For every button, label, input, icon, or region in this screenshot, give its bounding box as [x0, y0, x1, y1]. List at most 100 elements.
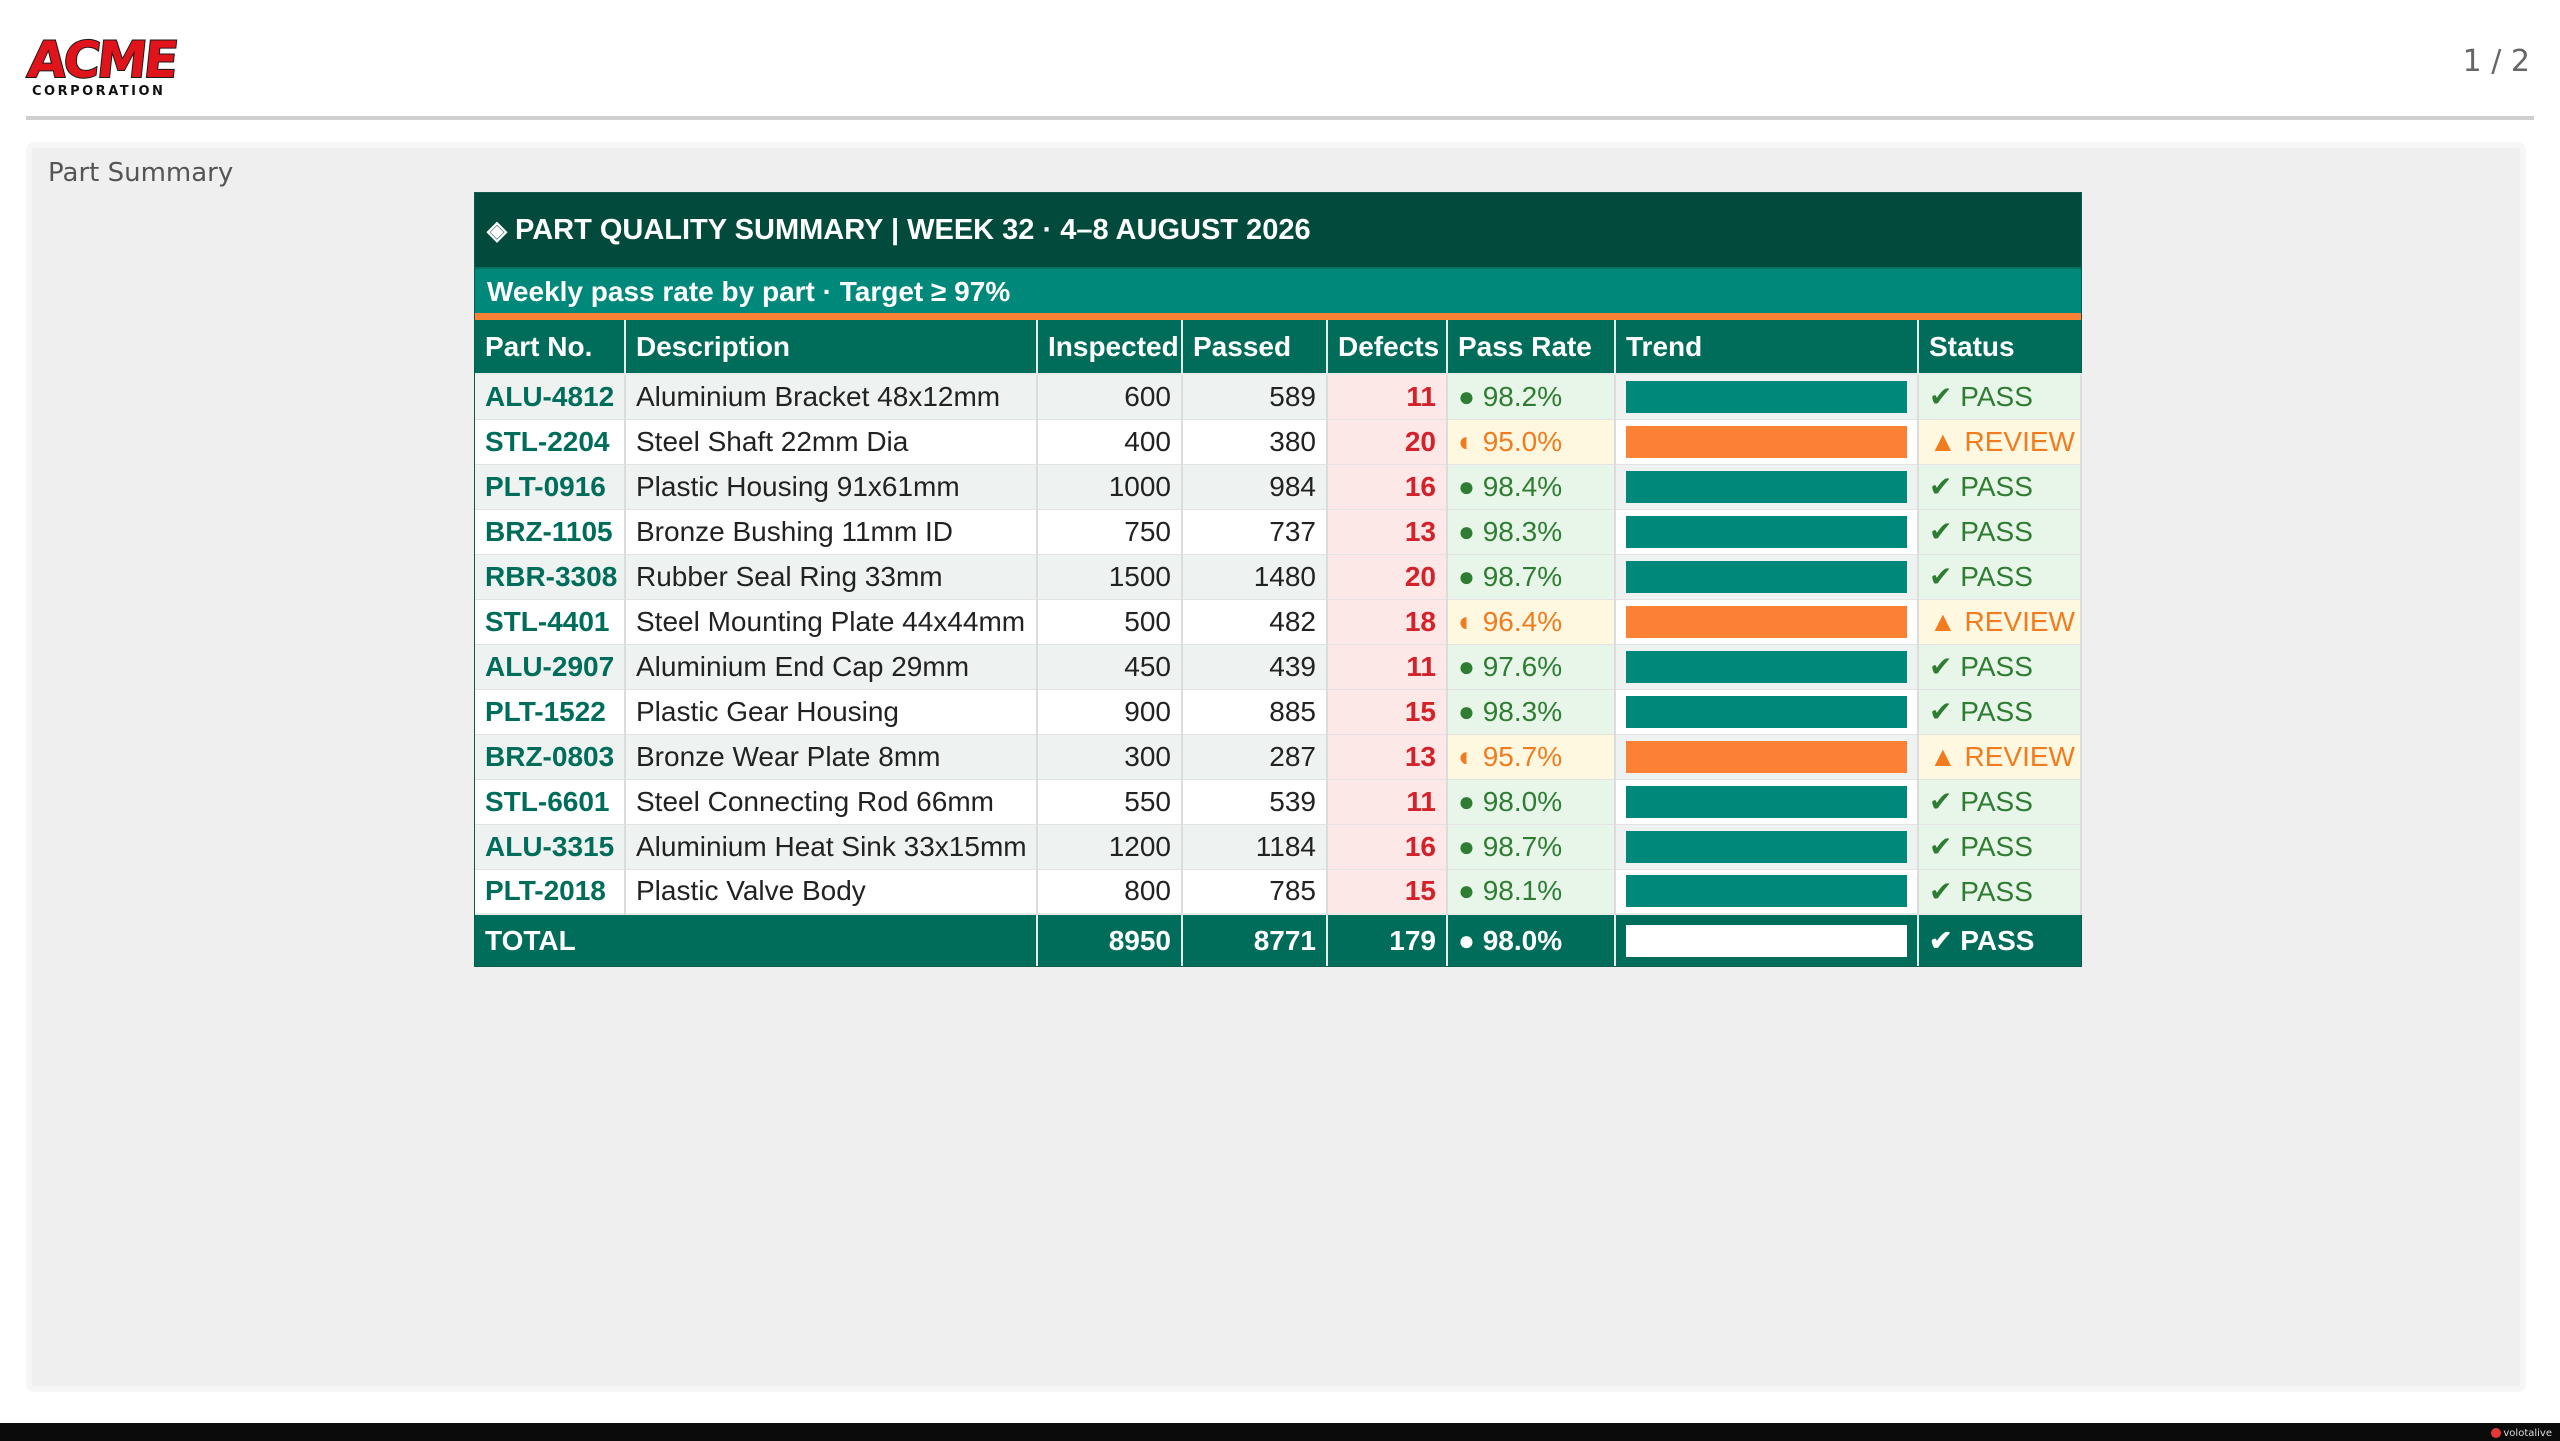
inspected-count: 400 [1037, 419, 1183, 465]
trend-bar [1626, 695, 1907, 728]
part-description: Bronze Wear Plate 8mm [625, 734, 1038, 780]
pass-rate-value: 98.7% [1482, 560, 1563, 592]
check-icon: ✔ [1929, 381, 1953, 413]
inspected-count: 750 [1037, 509, 1183, 555]
diamond-icon: ◈ [487, 215, 507, 245]
trend-bar [1626, 470, 1907, 503]
trend-cell [1615, 824, 1919, 870]
pass-rate-value: 97.6% [1482, 650, 1563, 682]
part-description: Rubber Seal Ring 33mm [625, 554, 1038, 600]
part-number: ALU-3315 [475, 824, 626, 870]
defects-count: 11 [1327, 374, 1448, 420]
defects-count: 13 [1327, 734, 1448, 780]
trend-bar [1626, 515, 1907, 548]
part-number: STL-4401 [475, 599, 626, 645]
total-inspected: 8950 [1037, 913, 1183, 966]
status-value: PASS [1960, 516, 2033, 547]
part-number: STL-2204 [475, 419, 626, 465]
passed-count: 737 [1182, 509, 1328, 555]
logo-main-text: ACME [24, 30, 179, 90]
report-title: PART QUALITY SUMMARY | WEEK 32 · 4–8 AUG… [515, 214, 1311, 246]
status-value: PASS [1960, 471, 2033, 502]
status-value: PASS [1960, 561, 2033, 592]
column-header: Status [1918, 320, 2081, 375]
warning-triangle-icon: ▲ [1929, 605, 1957, 637]
pass-rate: ● 97.6% [1447, 644, 1616, 690]
pass-rate-value: 98.2% [1482, 380, 1563, 412]
dot-icon: ● [1458, 875, 1475, 907]
total-rate-value: 98.0% [1482, 924, 1563, 956]
total-passed: 8771 [1182, 913, 1328, 966]
table-body: ALU-4812 Aluminium Bracket 48x12mm 600 589 1… [475, 374, 2082, 915]
panel-title: Part Summary [48, 158, 234, 188]
pass-rate: ● 98.7% [1447, 554, 1616, 600]
defects-count: 20 [1327, 554, 1448, 600]
trend-cell [1615, 464, 1919, 510]
pass-rate: ● 98.3% [1447, 509, 1616, 555]
pass-rate: ◐ 95.7% [1447, 734, 1616, 780]
part-number: BRZ-0803 [475, 734, 626, 780]
column-header: Defects [1327, 320, 1448, 375]
pass-rate-value: 98.0% [1482, 785, 1563, 817]
status-value: REVIEW [1964, 740, 2075, 772]
dot-icon: ● [1458, 380, 1475, 412]
table-row: PLT-2018 Plastic Valve Body 800 785 15 ● 98.1… [475, 869, 2082, 915]
check-icon: ✔ [1929, 696, 1953, 727]
passed-count: 539 [1182, 779, 1328, 825]
part-number: STL-6601 [475, 779, 626, 825]
status-badge: ✔ PASS [1918, 644, 2082, 690]
trend-bar [1626, 425, 1907, 458]
part-description: Steel Mounting Plate 44x44mm [625, 599, 1038, 645]
dot-icon: ● [1458, 830, 1475, 862]
column-header: Inspected [1037, 320, 1183, 375]
pass-rate: ● 98.7% [1447, 824, 1616, 870]
trend-cell [1615, 419, 1919, 465]
passed-count: 885 [1182, 689, 1328, 735]
dot-icon: ● [1458, 515, 1475, 547]
status-badge: ✔ PASS [1918, 869, 2082, 915]
pass-rate: ● 98.2% [1447, 374, 1616, 420]
passed-count: 1480 [1182, 554, 1328, 600]
trend-bar [1626, 875, 1907, 908]
bottom-bar: volotalive [0, 1423, 2560, 1441]
inspected-count: 1000 [1037, 464, 1183, 510]
pass-rate: ◐ 95.0% [1447, 419, 1616, 465]
passed-count: 984 [1182, 464, 1328, 510]
inspected-count: 500 [1037, 599, 1183, 645]
table-row: ALU-3315 Aluminium Heat Sink 33x15mm 1200 1… [475, 824, 2082, 870]
passed-count: 380 [1182, 419, 1328, 465]
part-description: Plastic Valve Body [625, 869, 1038, 915]
total-row: TOTAL 8950 8771 179 ● 98.0% ✔ PASS [475, 913, 2081, 966]
table-row: BRZ-0803 Bronze Wear Plate 8mm 300 287 13 ◐ 9… [475, 734, 2082, 780]
status-value: PASS [1960, 831, 2033, 862]
status-badge: ▲ REVIEW [1918, 419, 2082, 465]
status-badge: ✔ PASS [1918, 554, 2082, 600]
brand-label: volotalive [2491, 1428, 2552, 1439]
table-row: ALU-2907 Aluminium End Cap 29mm 450 439 11 ● … [475, 644, 2082, 690]
trend-cell [1615, 644, 1919, 690]
status-value: REVIEW [1964, 425, 2075, 457]
total-status-value: PASS [1960, 925, 2035, 956]
status-badge: ✔ PASS [1918, 689, 2082, 735]
half-circle-icon: ◐ [1458, 605, 1475, 637]
pass-rate-value: 95.0% [1482, 425, 1563, 457]
part-description: Steel Connecting Rod 66mm [625, 779, 1038, 825]
inspected-count: 550 [1037, 779, 1183, 825]
warning-triangle-icon: ▲ [1929, 425, 1957, 457]
table-row: BRZ-1105 Bronze Bushing 11mm ID 750 737 13 ● … [475, 509, 2082, 555]
part-number: PLT-0916 [475, 464, 626, 510]
part-number: ALU-4812 [475, 374, 626, 420]
table-row: STL-6601 Steel Connecting Rod 66mm 550 539 1… [475, 779, 2082, 825]
part-number: BRZ-1105 [475, 509, 626, 555]
total-status: ✔ PASS [1918, 913, 2081, 966]
passed-count: 1184 [1182, 824, 1328, 870]
trend-cell [1615, 779, 1919, 825]
half-circle-icon: ◐ [1458, 740, 1475, 772]
pass-rate-value: 98.1% [1482, 875, 1563, 907]
status-badge: ✔ PASS [1918, 824, 2082, 870]
status-badge: ▲ REVIEW [1918, 599, 2082, 645]
status-value: PASS [1960, 381, 2033, 413]
table-row: PLT-1522 Plastic Gear Housing 900 885 15 ● 98… [475, 689, 2082, 735]
dot-icon: ● [1458, 924, 1475, 956]
status-value: REVIEW [1964, 605, 2075, 637]
